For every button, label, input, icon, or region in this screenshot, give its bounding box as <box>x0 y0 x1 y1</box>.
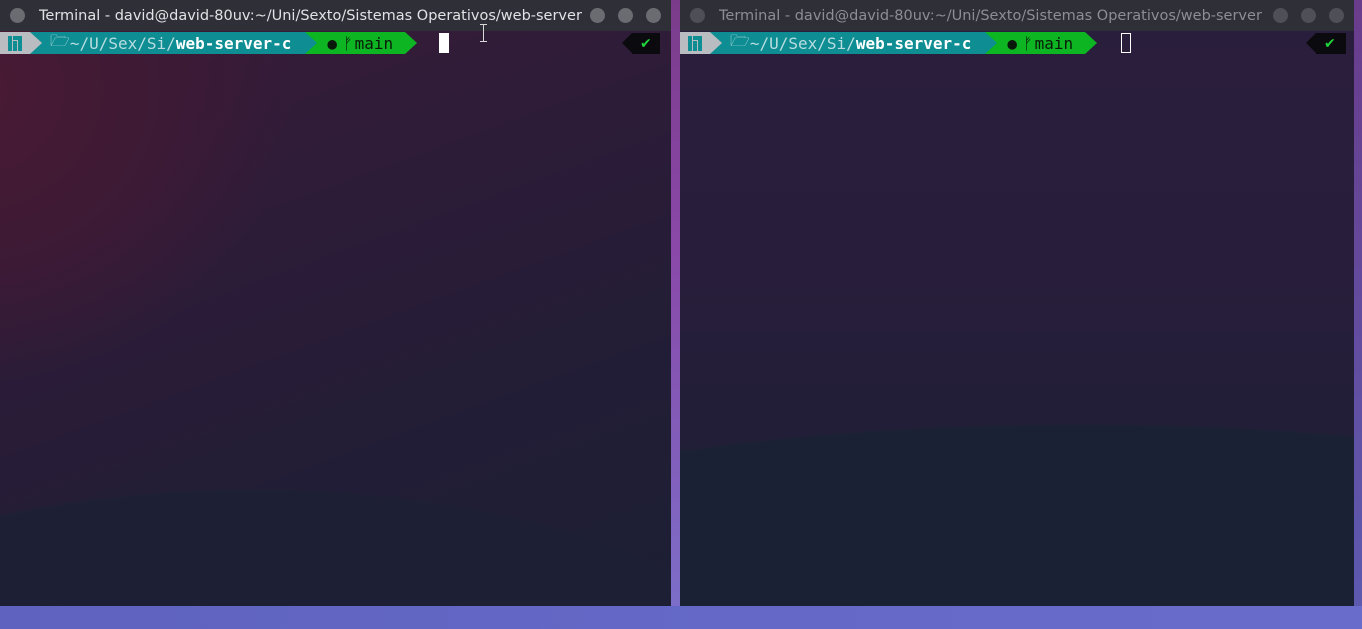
prompt-path-prefix: ~/U/Sex/Si/ <box>69 33 176 53</box>
segment-separator-icon <box>1085 32 1098 54</box>
desktop-gap <box>671 0 680 606</box>
window-menu-icon[interactable] <box>690 8 705 23</box>
git-branch-name: main <box>1034 33 1074 53</box>
manjaro-logo-icon <box>688 35 702 51</box>
git-branch-icon: ᚠ <box>343 33 353 53</box>
prompt-path-segment: 🗁 ~/U/Sex/Si/web-server-c <box>30 30 318 54</box>
segment-separator-icon <box>985 32 998 54</box>
terminal-background <box>680 0 1354 606</box>
window-titlebar[interactable]: Terminal - david@david-80uv:~/Uni/Sexto/… <box>680 0 1354 31</box>
minimize-button[interactable] <box>1273 8 1288 23</box>
window-title: Terminal - david@david-80uv:~/Uni/Sexto/… <box>39 7 582 24</box>
shell-prompt: 🗁 ~/U/Sex/Si/web-server-c ● ᚠ main <box>0 30 418 54</box>
prompt-path-current: web-server-c <box>855 33 972 53</box>
close-button[interactable] <box>646 8 661 23</box>
close-button[interactable] <box>1329 8 1344 23</box>
terminal-cursor <box>1121 33 1131 53</box>
segment-separator-icon <box>710 32 722 54</box>
checkmark-icon: ✔ <box>640 35 652 52</box>
window-menu-icon[interactable] <box>10 8 25 23</box>
github-icon: ● <box>327 33 338 53</box>
git-branch-name: main <box>354 33 394 53</box>
prompt-os-segment <box>0 32 42 54</box>
maximize-button[interactable] <box>618 8 633 23</box>
window-title: Terminal - david@david-80uv:~/Uni/Sexto/… <box>719 7 1262 24</box>
terminal-window-left[interactable]: Terminal - david@david-80uv:~/Uni/Sexto/… <box>0 0 671 606</box>
window-titlebar[interactable]: Terminal - david@david-80uv:~/Uni/Sexto/… <box>0 0 671 31</box>
prompt-status-segment: ✔ <box>1306 33 1346 54</box>
maximize-button[interactable] <box>1301 8 1316 23</box>
minimize-button[interactable] <box>590 8 605 23</box>
window-controls <box>590 8 661 23</box>
prompt-status-segment: ✔ <box>622 33 660 54</box>
folder-open-icon: 🗁 <box>730 30 750 50</box>
segment-separator-icon <box>405 32 418 54</box>
prompt-os-segment <box>680 32 722 54</box>
prompt-path-current: web-server-c <box>175 33 292 53</box>
shell-prompt: 🗁 ~/U/Sex/Si/web-server-c ● ᚠ main <box>680 30 1098 54</box>
prompt-path-prefix: ~/U/Sex/Si/ <box>749 33 856 53</box>
checkmark-icon: ✔ <box>1324 35 1336 52</box>
prompt-git-segment: ● ᚠ main <box>305 32 418 54</box>
prompt-path-segment: 🗁 ~/U/Sex/Si/web-server-c <box>710 30 998 54</box>
prompt-git-segment: ● ᚠ main <box>985 32 1098 54</box>
segment-separator-icon <box>30 32 42 54</box>
mouse-ibeam-cursor-icon <box>479 24 488 42</box>
terminal-cursor <box>439 33 449 53</box>
terminal-background <box>0 0 671 606</box>
window-controls <box>1273 8 1344 23</box>
segment-separator-icon <box>305 32 318 54</box>
git-branch-icon: ᚠ <box>1023 33 1033 53</box>
terminal-window-right[interactable]: Terminal - david@david-80uv:~/Uni/Sexto/… <box>680 0 1354 606</box>
folder-open-icon: 🗁 <box>50 30 70 50</box>
desktop-background <box>0 606 1362 629</box>
manjaro-logo-icon <box>8 35 22 51</box>
github-icon: ● <box>1007 33 1018 53</box>
